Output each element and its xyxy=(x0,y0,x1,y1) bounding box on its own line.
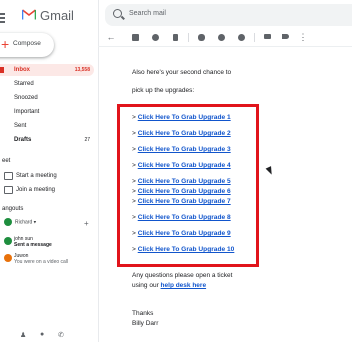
sidebar-divider xyxy=(98,0,99,342)
list-item: > Click Here To Grab Upgrade 3 xyxy=(132,146,231,153)
chat-message: Sent a message xyxy=(14,242,52,248)
bullet-arrow: > xyxy=(132,188,136,195)
list-item: > Click Here To Grab Upgrade 5 xyxy=(132,178,231,185)
sidebar-item-label: Drafts xyxy=(14,137,32,143)
back-arrow-icon[interactable]: ← xyxy=(106,32,116,42)
sidebar-item-important[interactable]: Important xyxy=(0,106,98,118)
delete-icon[interactable] xyxy=(170,32,180,42)
compose-label: Compose xyxy=(13,40,41,47)
list-item: > Click Here To Grab Upgrade 4 xyxy=(132,162,231,169)
hangouts-heading: angouts xyxy=(2,206,24,212)
upgrade-link[interactable]: Click Here To Grab Upgrade 8 xyxy=(138,214,231,221)
video-icon xyxy=(4,172,13,180)
bullet-arrow: > xyxy=(132,198,136,205)
upgrade-link[interactable]: Click Here To Grab Upgrade 7 xyxy=(138,198,231,205)
add-chat-icon[interactable]: + xyxy=(84,219,89,228)
upgrade-link[interactable]: Click Here To Grab Upgrade 10 xyxy=(138,246,235,253)
bullet-arrow: > xyxy=(132,214,136,221)
meet-item-label: Start a meeting xyxy=(16,173,57,179)
compose-button[interactable]: + Compose xyxy=(0,33,54,57)
sidebar-item-starred[interactable]: Starred xyxy=(0,78,98,90)
inbox-icon xyxy=(0,67,4,73)
brand: Gmail xyxy=(0,3,98,29)
email-questions-line: Any questions please open a ticket xyxy=(132,272,233,279)
email-intro-line: pick up the upgrades: xyxy=(132,87,195,94)
upgrade-link[interactable]: Click Here To Grab Upgrade 3 xyxy=(138,146,231,153)
sidebar-item-label: Inbox xyxy=(14,67,30,73)
sidebar-item-label: Sent xyxy=(14,123,27,129)
sidebar-item-drafts[interactable]: Drafts 27 xyxy=(0,134,98,146)
hangouts-user-name: Richard xyxy=(15,219,33,226)
upgrade-link[interactable]: Click Here To Grab Upgrade 2 xyxy=(138,130,231,137)
mark-unread-icon[interactable] xyxy=(196,32,206,42)
start-meeting-button[interactable]: Start a meeting xyxy=(0,170,98,182)
help-desk-link[interactable]: help desk here xyxy=(161,282,207,289)
email-thanks: Thanks xyxy=(132,310,154,317)
snooze-icon[interactable] xyxy=(216,32,226,42)
archive-icon[interactable] xyxy=(130,32,140,42)
upgrade-link[interactable]: Click Here To Grab Upgrade 4 xyxy=(138,162,231,169)
avatar xyxy=(4,254,12,262)
list-item: > Click Here To Grab Upgrade 1 xyxy=(132,114,231,121)
report-spam-icon[interactable] xyxy=(150,32,160,42)
hangouts-user[interactable]: Richard ▾ xyxy=(4,218,36,226)
list-item: > Click Here To Grab Upgrade 10 xyxy=(132,246,234,253)
sidebar-item-inbox[interactable]: Inbox 13,558 xyxy=(0,64,94,76)
list-item: > Click Here To Grab Upgrade 2 xyxy=(132,130,231,137)
sidebar-item-sent[interactable]: Sent xyxy=(0,120,98,132)
bullet-arrow: > xyxy=(132,230,136,237)
chat-message: You were on a video call xyxy=(14,259,69,265)
move-to-icon[interactable] xyxy=(262,32,272,42)
bullet-arrow: > xyxy=(132,178,136,185)
meet-heading: eet xyxy=(2,158,11,164)
search-input[interactable]: Search mail xyxy=(129,10,166,17)
meet-item-label: Join a meeting xyxy=(16,187,56,193)
mouse-cursor-icon xyxy=(265,166,275,176)
email-helpdesk-line: using our help desk here xyxy=(132,282,206,289)
message-toolbar: ← ⋮ xyxy=(98,30,352,47)
search-bar[interactable]: Search mail xyxy=(105,4,352,26)
list-item: > Click Here To Grab Upgrade 9 xyxy=(132,230,231,237)
bullet-arrow: > xyxy=(132,246,136,253)
sidebar-item-label: Snoozed xyxy=(14,95,38,101)
person-icon[interactable]: ♟ xyxy=(20,331,26,339)
hangouts-footer: ♟ ● ✆ xyxy=(20,331,90,341)
add-task-icon[interactable] xyxy=(236,32,246,42)
bullet-arrow: > xyxy=(132,146,136,153)
main-menu-icon[interactable] xyxy=(0,13,5,23)
bullet-arrow: > xyxy=(132,130,136,137)
sidebar-item-label: Important xyxy=(14,109,40,115)
sidebar-item-label: Starred xyxy=(14,81,34,87)
label-icon[interactable] xyxy=(280,32,290,42)
keyboard-icon xyxy=(4,186,13,194)
search-icon[interactable] xyxy=(113,9,122,18)
unread-count: 13,558 xyxy=(74,67,90,73)
list-item: > Click Here To Grab Upgrade 8 xyxy=(132,214,231,221)
upgrade-link[interactable]: Click Here To Grab Upgrade 6 xyxy=(138,188,231,195)
app-name[interactable]: Gmail xyxy=(40,8,74,23)
avatar xyxy=(4,237,12,245)
email-intro-line: Also here's your second chance to xyxy=(132,69,232,76)
list-item: > Click Here To Grab Upgrade 6 xyxy=(132,188,231,195)
bullet-arrow: > xyxy=(132,114,136,121)
chat-bubble-icon[interactable]: ● xyxy=(40,331,44,338)
join-meeting-button[interactable]: Join a meeting xyxy=(0,184,98,196)
list-item: > Click Here To Grab Upgrade 7 xyxy=(132,198,231,205)
sidebar: Gmail + Compose Inbox 13,558 Starred Sno… xyxy=(0,0,98,342)
highlight-box xyxy=(117,104,259,267)
more-icon[interactable]: ⋮ xyxy=(298,32,308,42)
upgrade-link[interactable]: Click Here To Grab Upgrade 5 xyxy=(138,178,231,185)
helpdesk-prefix: using our xyxy=(132,282,161,289)
drafts-count: 27 xyxy=(84,137,90,143)
email-signature: Billy Darr xyxy=(132,320,159,327)
sidebar-item-snoozed[interactable]: Snoozed xyxy=(0,92,98,104)
plus-icon: + xyxy=(1,36,10,52)
bullet-arrow: > xyxy=(132,162,136,169)
upgrade-link[interactable]: Click Here To Grab Upgrade 1 xyxy=(138,114,231,121)
phone-icon[interactable]: ✆ xyxy=(58,331,64,339)
avatar xyxy=(4,218,12,226)
upgrade-link[interactable]: Click Here To Grab Upgrade 9 xyxy=(138,230,231,237)
gmail-logo-icon[interactable] xyxy=(22,9,36,20)
